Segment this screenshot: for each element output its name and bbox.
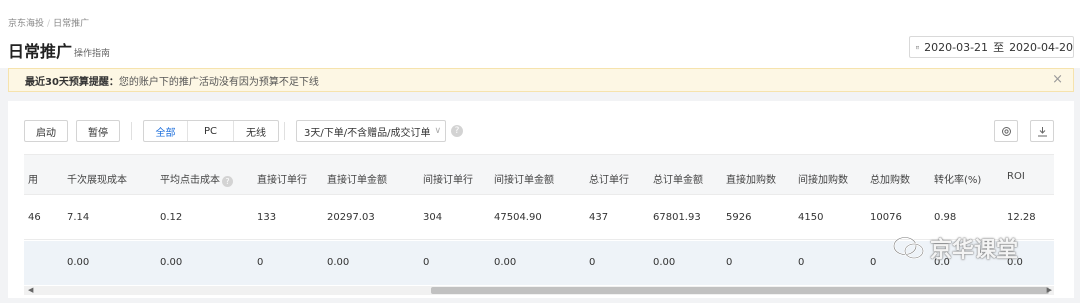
table-cell: 0 <box>589 257 596 268</box>
table-cell: 67801.93 <box>653 212 701 223</box>
breadcrumb-current: 日常推广 <box>53 19 90 29</box>
table-cell: 0.12 <box>160 212 183 223</box>
table-cell: 0 <box>257 257 264 268</box>
attribution-value: 3天/下单/不含赠品/成交订单 <box>304 127 431 139</box>
table-cell: 0 <box>870 257 877 268</box>
date-separator: 至 <box>993 41 1005 54</box>
column-header[interactable]: 总订单行 <box>589 171 629 186</box>
tab-all[interactable]: 全部 <box>144 121 188 141</box>
wechat-icon <box>893 236 924 259</box>
date-range-picker[interactable]: 2020-03-21 至 2020-04-20 <box>909 36 1074 58</box>
gear-icon <box>1001 126 1011 136</box>
scroll-right-arrow-icon[interactable]: ▶ <box>1047 286 1052 295</box>
horizontal-scrollbar[interactable]: ◀ ▶ <box>24 286 1054 295</box>
table-cell: 5926 <box>726 212 752 223</box>
column-header[interactable]: 千次展现成本 <box>67 171 127 186</box>
download-icon <box>1037 126 1047 136</box>
page-title: 日常推广 <box>8 42 73 61</box>
column-header[interactable]: 总订单金额 <box>653 171 703 186</box>
toolbar-divider <box>284 122 285 140</box>
table-cell: 437 <box>589 212 609 223</box>
pause-button[interactable]: 暂停 <box>76 120 120 142</box>
toolbar-divider <box>131 122 132 140</box>
breadcrumb-separator: / <box>47 19 51 29</box>
breadcrumb-root[interactable]: 京东海投 <box>8 19 44 29</box>
column-header[interactable]: 间接订单金额 <box>494 171 554 186</box>
notice-label: 最近30天预算提醒： <box>25 76 119 88</box>
column-header[interactable]: 转化率(%) <box>934 171 981 186</box>
download-button[interactable] <box>1030 120 1054 142</box>
guide-link[interactable]: 操作指南 <box>74 46 110 59</box>
tab-pc[interactable]: PC <box>188 121 234 141</box>
help-icon[interactable]: ? <box>451 125 463 137</box>
watermark: 京华课堂 <box>892 232 1018 264</box>
settings-button[interactable] <box>994 120 1018 142</box>
breadcrumb: 京东海投 / 日常推广 <box>8 16 89 29</box>
table-cell: 0 <box>423 257 430 268</box>
attribution-select[interactable]: 3天/下单/不含赠品/成交订单 ∨ <box>296 120 446 142</box>
table-cell: 7.14 <box>67 212 90 223</box>
table-cell: 4150 <box>798 212 824 223</box>
table-cell: 0.00 <box>67 257 90 268</box>
table-cell: 0 <box>798 257 805 268</box>
column-header[interactable]: 直接订单行 <box>257 171 307 186</box>
scroll-left-arrow-icon[interactable]: ◀ <box>28 286 33 295</box>
chevron-down-icon: ∨ <box>434 126 442 136</box>
column-header[interactable]: 间接订单行 <box>423 171 473 186</box>
column-header[interactable]: 总加购数 <box>870 171 910 186</box>
table-header: 用 千次展现成本 平均点击成本? 直接订单行 直接订单金额 间接订单行 间接订单… <box>24 154 1054 194</box>
column-header[interactable]: ROI <box>1007 171 1025 182</box>
column-header-label: 平均点击成本 <box>160 175 220 186</box>
help-icon[interactable]: ? <box>222 176 233 187</box>
table-cell: 0.00 <box>494 257 517 268</box>
table-cell: 46 <box>28 212 41 223</box>
table-cell: 20297.03 <box>327 212 375 223</box>
date-start: 2020-03-21 <box>924 40 989 54</box>
platform-tabs: 全部 PC 无线 <box>143 120 279 142</box>
column-header[interactable]: 用 <box>28 171 38 186</box>
calendar-icon <box>916 45 920 49</box>
table-cell: 0.98 <box>934 212 957 223</box>
scrollbar-thumb[interactable] <box>431 287 1049 294</box>
watermark-text: 京华课堂 <box>930 238 1019 263</box>
table-cell: 0.00 <box>653 257 676 268</box>
table-cell: 0.00 <box>160 257 183 268</box>
column-header[interactable]: 直接订单金额 <box>327 171 387 186</box>
table-cell: 12.28 <box>1007 212 1036 223</box>
table-cell: 304 <box>423 212 443 223</box>
date-end: 2020-04-20 <box>1009 40 1073 54</box>
column-header[interactable]: 平均点击成本? <box>160 171 233 187</box>
close-icon[interactable]: × <box>1052 73 1063 86</box>
page-header: 京东海投 / 日常推广 日常推广 操作指南 2020-03-21 至 2020-04… <box>0 0 1080 68</box>
table-cell: 133 <box>257 212 277 223</box>
start-button[interactable]: 启动 <box>24 120 68 142</box>
table-cell: 47504.90 <box>494 212 542 223</box>
budget-notice: 最近30天预算提醒： 您的账户下的推广活动没有因为预算不足下线 × <box>8 68 1074 92</box>
column-header[interactable]: 间接加购数 <box>798 171 848 186</box>
tab-mobile[interactable]: 无线 <box>234 121 278 141</box>
column-header[interactable]: 直接加购数 <box>726 171 776 186</box>
table-cell: 0 <box>726 257 733 268</box>
notice-text: 您的账户下的推广活动没有因为预算不足下线 <box>118 76 319 88</box>
table-cell: 0.00 <box>327 257 350 268</box>
table-cell: 10076 <box>870 212 902 223</box>
